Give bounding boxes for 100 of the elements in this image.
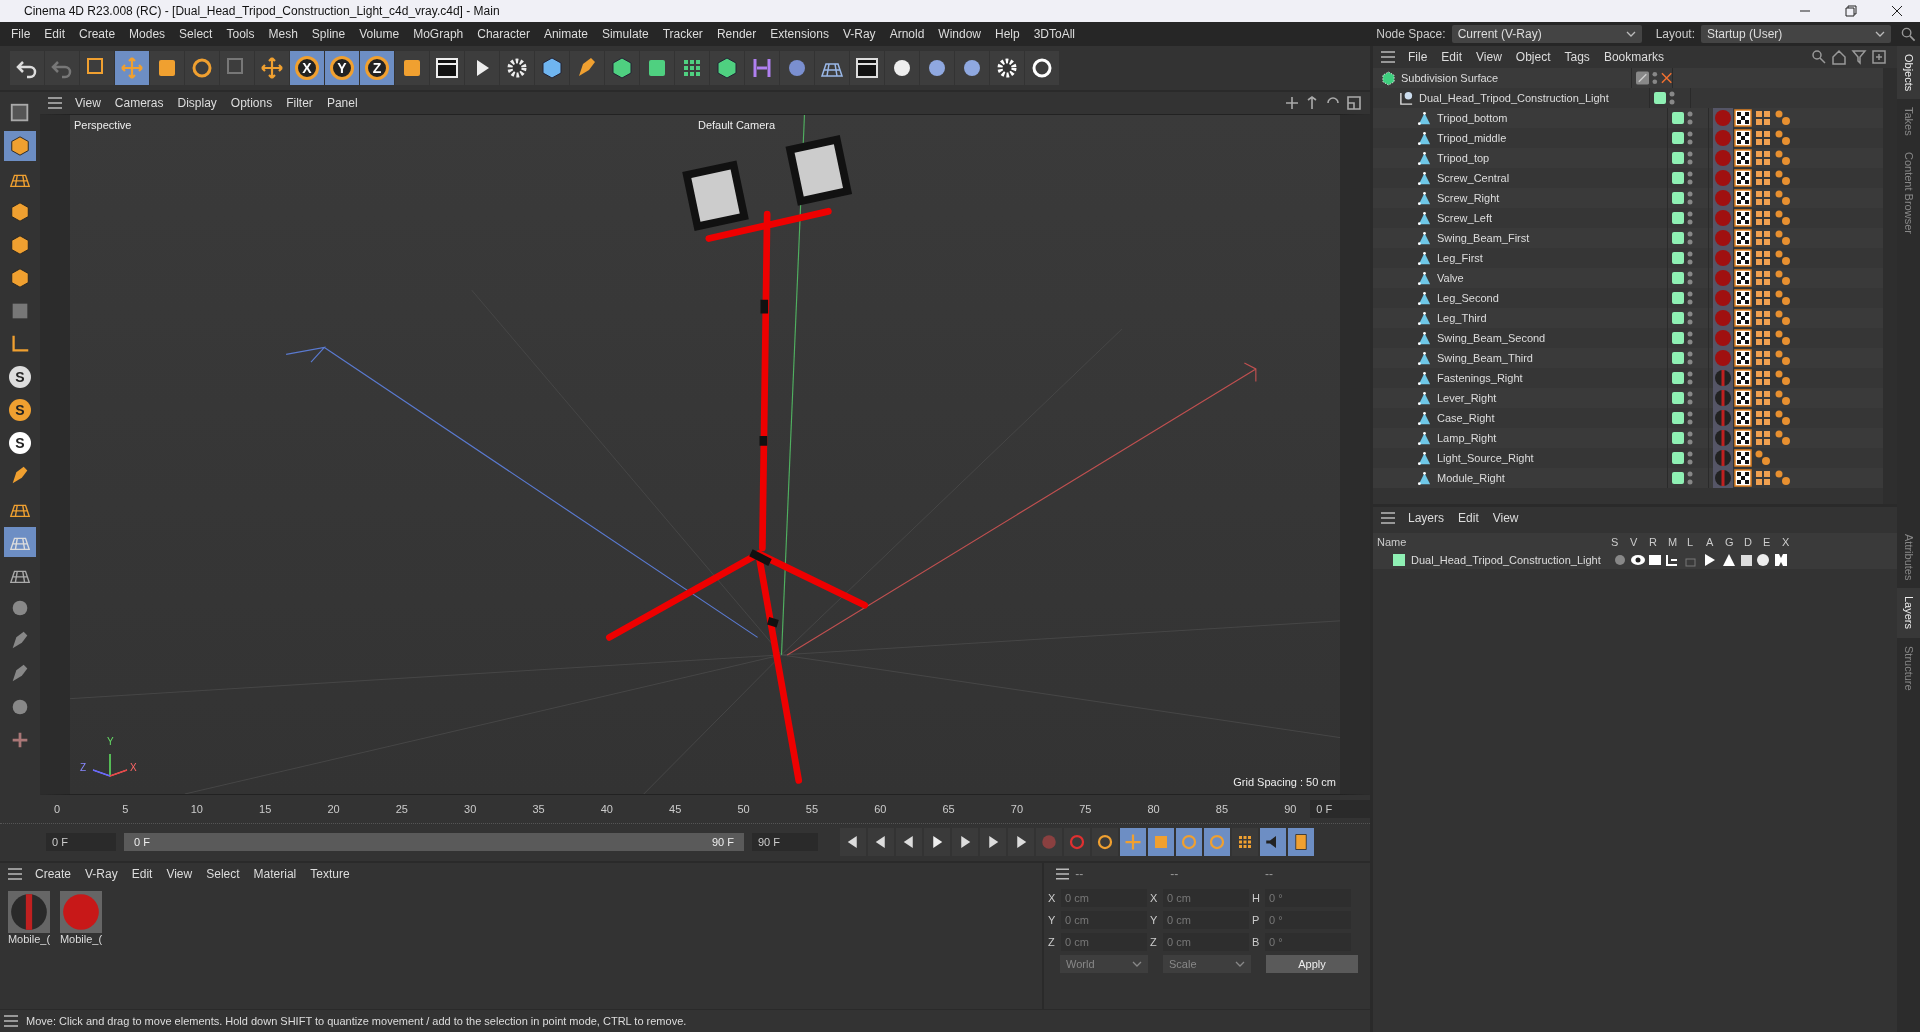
apply-button[interactable]: Apply: [1266, 955, 1358, 973]
grid-tag-icon[interactable]: [1753, 348, 1773, 368]
key-select-button[interactable]: [1092, 828, 1118, 856]
layer-color-swatch[interactable]: [1654, 92, 1666, 104]
visibility-dots-icon[interactable]: [1687, 431, 1693, 445]
object-name[interactable]: Light_Source_Right: [1437, 452, 1534, 464]
layer-color-swatch[interactable]: [1672, 152, 1684, 164]
object-menu-item[interactable]: Edit: [1434, 48, 1470, 66]
menu-item[interactable]: Tools: [219, 25, 262, 43]
dots-tag-icon[interactable]: [1773, 108, 1793, 128]
first-button[interactable]: [840, 828, 866, 856]
visibility-dots-icon[interactable]: [1687, 131, 1693, 145]
object-name[interactable]: Tripod_top: [1437, 152, 1490, 164]
array-tool-button[interactable]: [710, 51, 744, 85]
cloner-tool-button[interactable]: [675, 51, 709, 85]
visibility-dots-icon[interactable]: [1687, 231, 1693, 245]
render-tool-button[interactable]: [465, 51, 499, 85]
menu-item[interactable]: Mesh: [261, 25, 305, 43]
dots-tag-icon[interactable]: [1773, 168, 1793, 188]
menu-item[interactable]: Tracker: [655, 25, 710, 43]
prev-frame-button[interactable]: [896, 828, 922, 856]
menu-item[interactable]: File: [4, 25, 38, 43]
checker-tag-icon[interactable]: [1733, 228, 1753, 248]
visibility-dots-icon[interactable]: [1687, 451, 1693, 465]
edit-toggle-icon[interactable]: [1636, 71, 1650, 85]
film-button[interactable]: [1288, 828, 1314, 856]
dots-tag-icon[interactable]: [1773, 368, 1793, 388]
visibility-dots-icon[interactable]: [1687, 291, 1693, 305]
material-menu-item[interactable]: Select: [199, 865, 247, 883]
key-points-button[interactable]: [1232, 828, 1258, 856]
rotate-tool-button[interactable]: [185, 51, 219, 85]
checker-tag-icon[interactable]: [1733, 428, 1753, 448]
viewport-menu-item[interactable]: Panel: [319, 94, 365, 112]
visibility-dots-icon[interactable]: [1687, 251, 1693, 265]
axis-tool-button[interactable]: Z: [360, 51, 394, 85]
grid-tag-icon[interactable]: [1753, 328, 1773, 348]
layer-color-swatch[interactable]: [1672, 432, 1684, 444]
menu-item[interactable]: Volume: [352, 25, 407, 43]
visibility-dots-icon[interactable]: [1652, 71, 1658, 85]
object-name[interactable]: Swing_Beam_Third: [1437, 352, 1533, 364]
next-key-button[interactable]: [980, 828, 1006, 856]
sound-button[interactable]: [1260, 828, 1286, 856]
layer-color-swatch[interactable]: [1672, 232, 1684, 244]
axis-tool-button[interactable]: Y: [325, 51, 359, 85]
play-button[interactable]: [924, 828, 950, 856]
grid-tag-icon[interactable]: [1753, 128, 1773, 148]
menu-item[interactable]: Extensions: [763, 25, 836, 43]
checker-tag-icon[interactable]: [1733, 268, 1753, 288]
grid-tag-icon[interactable]: [1753, 248, 1773, 268]
autokey-button[interactable]: [1064, 828, 1090, 856]
visibility-dots-icon[interactable]: [1687, 311, 1693, 325]
dots-tag-icon[interactable]: [1773, 388, 1793, 408]
checker-tag-icon[interactable]: [1733, 148, 1753, 168]
checker-tag-icon[interactable]: [1733, 108, 1753, 128]
dots-tag-icon[interactable]: [1773, 128, 1793, 148]
object-menu-item[interactable]: File: [1401, 48, 1435, 66]
menu-icon[interactable]: [4, 1015, 18, 1027]
object-name[interactable]: Swing_Beam_Second: [1437, 332, 1546, 344]
object-name[interactable]: Leg_First: [1437, 252, 1483, 264]
grid-tag-icon[interactable]: [1753, 368, 1773, 388]
material-menu-item[interactable]: Create: [28, 865, 79, 883]
extrude-tool-button[interactable]: [640, 51, 674, 85]
menu-item[interactable]: Create: [72, 25, 123, 43]
object-menu-item[interactable]: Object: [1508, 48, 1558, 66]
layer-color-swatch[interactable]: [1672, 132, 1684, 144]
checker-tag-icon[interactable]: [1733, 368, 1753, 388]
model-tool-button[interactable]: [4, 131, 36, 161]
object-name[interactable]: Screw_Right: [1437, 192, 1500, 204]
layer-color-swatch[interactable]: [1672, 392, 1684, 404]
symmetry-tool-button[interactable]: [745, 51, 779, 85]
layer-color-swatch[interactable]: [1672, 472, 1684, 484]
grid-tag-icon[interactable]: [1753, 408, 1773, 428]
layer-color-swatch[interactable]: [1672, 312, 1684, 324]
dots-tag-icon[interactable]: [1773, 468, 1793, 488]
layer-color-swatch[interactable]: [1672, 172, 1684, 184]
visibility-dots-icon[interactable]: [1687, 271, 1693, 285]
menu-item[interactable]: Animate: [536, 25, 595, 43]
dots-tag-icon[interactable]: [1773, 268, 1793, 288]
object-name[interactable]: Lever_Right: [1437, 392, 1497, 404]
material-sphere-icon[interactable]: [8, 891, 50, 933]
checker-tag-icon[interactable]: [1733, 408, 1753, 428]
checker-tag-icon[interactable]: [1733, 328, 1753, 348]
side-tab[interactable]: Attributes: [1897, 526, 1920, 589]
side-tab[interactable]: Layers: [1897, 588, 1920, 638]
deformer-tool-button[interactable]: [780, 51, 814, 85]
timeline-ruler[interactable]: 0 5 10 15 20 25 30 35 40 45 50 55 60 65 70 75 80 85 90 0 F: [0, 795, 1370, 824]
object-menu-item[interactable]: Bookmarks: [1596, 48, 1671, 66]
grid-tag-icon[interactable]: [1753, 308, 1773, 328]
visibility-dots-icon[interactable]: [1687, 331, 1693, 345]
object-name[interactable]: Leg_Second: [1437, 292, 1499, 304]
checker-tag-icon[interactable]: [1733, 308, 1753, 328]
viewport-menu-item[interactable]: View: [68, 94, 108, 112]
material-menu-item[interactable]: Material: [246, 865, 304, 883]
layer-color-swatch[interactable]: [1672, 452, 1684, 464]
checker-tag-icon[interactable]: [1733, 468, 1753, 488]
visibility-dots-icon[interactable]: [1687, 211, 1693, 225]
layer-color-swatch[interactable]: [1393, 554, 1405, 566]
material-menu-item[interactable]: Edit: [124, 865, 160, 883]
camera-name[interactable]: Default Camera: [698, 119, 776, 131]
layer-color-swatch[interactable]: [1672, 252, 1684, 264]
